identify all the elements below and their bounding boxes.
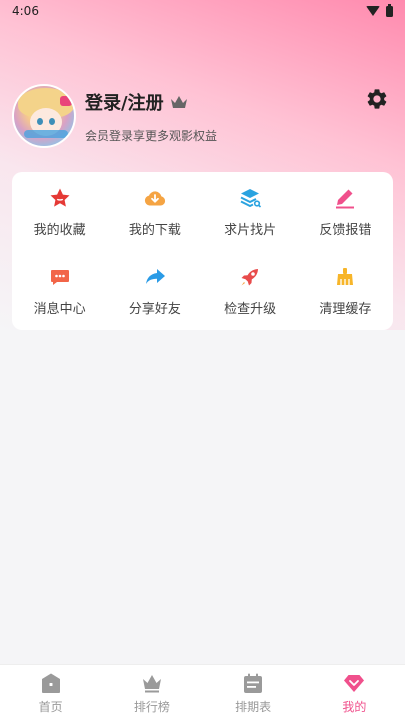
broom-icon [337, 267, 354, 285]
gear-icon[interactable] [365, 87, 389, 111]
tab-ranking[interactable]: 排行榜 [101, 665, 202, 720]
battery-icon [386, 3, 393, 17]
grid-item-favorites[interactable]: 我的收藏 [12, 172, 107, 251]
grid-item-clear-cache[interactable]: 清理缓存 [298, 251, 393, 330]
status-bar: 4:06 [0, 0, 405, 22]
avatar[interactable] [12, 84, 76, 148]
grid-item-downloads[interactable]: 我的下载 [107, 172, 202, 251]
login-register-link[interactable]: 登录/注册 [85, 89, 164, 115]
profile-header[interactable]: 登录/注册 会员登录享更多观影权益 [12, 84, 217, 148]
edit-icon [336, 189, 355, 208]
grid-item-feedback[interactable]: 反馈报错 [298, 172, 393, 251]
vip-crown-icon [170, 95, 187, 108]
profile-subtitle: 会员登录享更多观影权益 [85, 128, 218, 143]
message-icon [50, 269, 69, 285]
rocket-icon [241, 268, 259, 285]
share-icon [145, 268, 165, 284]
feature-grid: 我的收藏 我的下载 求片找片 反馈报错 消息中心 分享好友 检查升级 清理缓存 [12, 172, 393, 330]
grid-item-share[interactable]: 分享好友 [107, 251, 202, 330]
crown-icon [142, 674, 161, 692]
star-icon [50, 188, 70, 207]
grid-item-messages[interactable]: 消息中心 [12, 251, 107, 330]
download-icon [144, 190, 165, 205]
grid-item-update[interactable]: 检查升级 [203, 251, 298, 330]
grid-item-request[interactable]: 求片找片 [203, 172, 298, 251]
tab-home[interactable]: 首页 [0, 665, 101, 720]
status-time: 4:06 [12, 4, 39, 18]
calendar-icon [244, 673, 263, 693]
diamond-icon [344, 674, 365, 692]
tab-mine[interactable]: 我的 [304, 665, 405, 720]
bottom-tab-bar: 首页 排行榜 排期表 我的 [0, 664, 405, 720]
layers-search-icon [240, 188, 262, 208]
wifi-icon [366, 6, 380, 16]
tab-schedule[interactable]: 排期表 [203, 665, 304, 720]
home-icon [41, 673, 60, 693]
